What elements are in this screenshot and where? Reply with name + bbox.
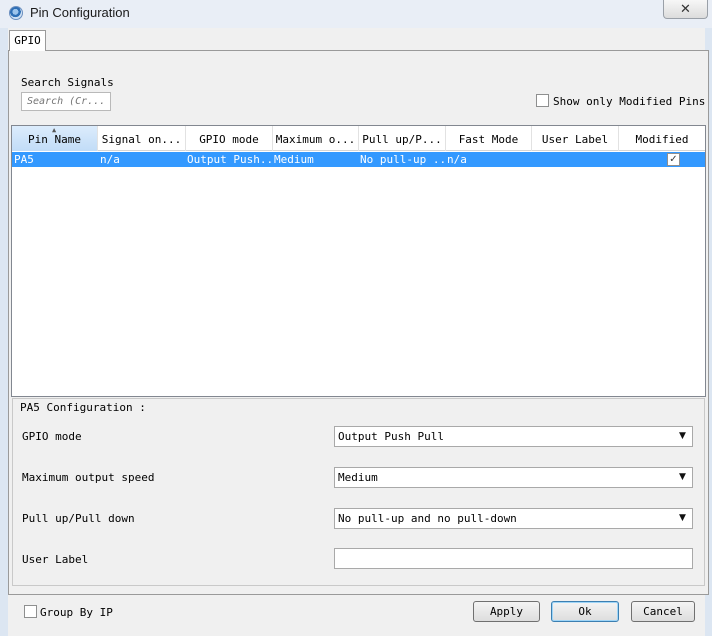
cell-max-output: Medium: [274, 153, 314, 166]
user-label-label: User Label: [22, 553, 89, 566]
window-title: Pin Configuration: [30, 5, 130, 20]
modified-checkbox[interactable]: ✓: [667, 153, 680, 166]
max-speed-label: Maximum output speed: [22, 471, 155, 484]
gpio-mode-select[interactable]: Output Push Pull ▼: [334, 426, 693, 447]
app-gear-icon: [9, 6, 23, 20]
cell-signal: n/a: [100, 153, 120, 166]
cell-gpio-mode: Output Push...: [187, 153, 273, 166]
chevron-down-icon: ▼: [679, 472, 686, 482]
pin-table[interactable]: ▲ Pin Name Signal on... GPIO mode Maximu…: [11, 125, 706, 397]
cell-pin-name: PA5: [14, 153, 34, 166]
ok-button[interactable]: Ok: [551, 601, 619, 622]
column-header-max-output[interactable]: Maximum o...: [273, 126, 359, 151]
gpio-mode-value: Output Push Pull: [338, 430, 444, 443]
show-modified-checkbox[interactable]: [536, 94, 549, 107]
user-label-input[interactable]: [334, 548, 693, 569]
close-button[interactable]: ✕: [663, 0, 708, 19]
max-speed-select[interactable]: Medium ▼: [334, 467, 693, 488]
group-by-ip-checkbox[interactable]: [24, 605, 37, 618]
show-modified-label[interactable]: Show only Modified Pins: [553, 95, 705, 108]
column-header-gpio-mode[interactable]: GPIO mode: [186, 126, 273, 151]
cell-fast-mode: n/a: [447, 153, 467, 166]
table-row[interactable]: PA5 n/a Output Push... Medium No pull-up…: [12, 152, 705, 167]
chevron-down-icon: ▼: [679, 513, 686, 523]
column-header-modified[interactable]: Modified: [619, 126, 705, 151]
max-speed-value: Medium: [338, 471, 378, 484]
column-header-pin-name[interactable]: ▲ Pin Name: [12, 126, 98, 151]
sort-ascending-icon: ▲: [52, 126, 57, 134]
tab-gpio[interactable]: GPIO: [9, 30, 46, 51]
search-signals-label: Search Signals: [21, 76, 114, 89]
chevron-down-icon: ▼: [679, 431, 686, 441]
search-input[interactable]: [21, 92, 111, 111]
pull-value: No pull-up and no pull-down: [338, 512, 517, 525]
column-header-signal[interactable]: Signal on...: [98, 126, 186, 151]
window-frame-left: [0, 28, 8, 636]
cancel-button[interactable]: Cancel: [631, 601, 695, 622]
pull-label: Pull up/Pull down: [22, 512, 135, 525]
config-group-title: PA5 Configuration :: [20, 401, 146, 414]
column-header-fast-mode[interactable]: Fast Mode: [446, 126, 532, 151]
column-header-pull[interactable]: Pull up/P...: [359, 126, 446, 151]
column-header-user-label[interactable]: User Label: [532, 126, 619, 151]
gpio-mode-label: GPIO mode: [22, 430, 82, 443]
apply-button[interactable]: Apply: [473, 601, 540, 622]
group-by-ip-label[interactable]: Group By IP: [40, 606, 113, 619]
pull-select[interactable]: No pull-up and no pull-down ▼: [334, 508, 693, 529]
cell-user-label: [532, 152, 619, 167]
table-header: ▲ Pin Name Signal on... GPIO mode Maximu…: [12, 126, 705, 151]
cell-pull: No pull-up ...: [360, 153, 446, 166]
